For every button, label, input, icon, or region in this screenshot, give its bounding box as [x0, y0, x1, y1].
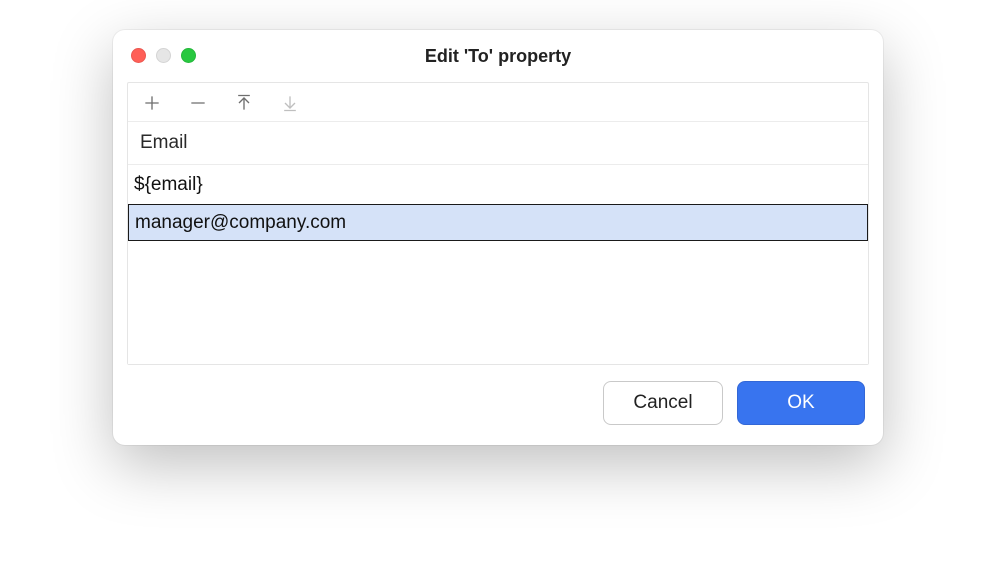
list-panel: Email ${email} manager@company.com — [127, 82, 869, 365]
move-down-icon[interactable] — [278, 91, 302, 115]
table-row[interactable]: ${email} — [128, 165, 868, 204]
dialog-footer: Cancel OK — [127, 365, 869, 431]
dialog-title: Edit 'To' property — [425, 46, 571, 67]
titlebar: Edit 'To' property — [113, 30, 883, 82]
close-window-button[interactable] — [131, 48, 146, 63]
window-controls — [131, 48, 196, 63]
add-icon[interactable] — [140, 91, 164, 115]
remove-icon[interactable] — [186, 91, 210, 115]
ok-button[interactable]: OK — [737, 381, 865, 425]
move-up-icon[interactable] — [232, 91, 256, 115]
zoom-window-button[interactable] — [181, 48, 196, 63]
list-toolbar — [128, 83, 868, 121]
cancel-button[interactable]: Cancel — [603, 381, 723, 425]
dialog-content: Email ${email} manager@company.com Cance… — [113, 82, 883, 445]
dialog-window: Edit 'To' property Email $ — [113, 30, 883, 445]
table-row[interactable]: manager@company.com — [128, 204, 868, 242]
minimize-window-button[interactable] — [156, 48, 171, 63]
list-rows: ${email} manager@company.com — [128, 164, 868, 241]
column-header-email[interactable]: Email — [128, 121, 868, 164]
list-body: ${email} manager@company.com — [128, 164, 868, 364]
